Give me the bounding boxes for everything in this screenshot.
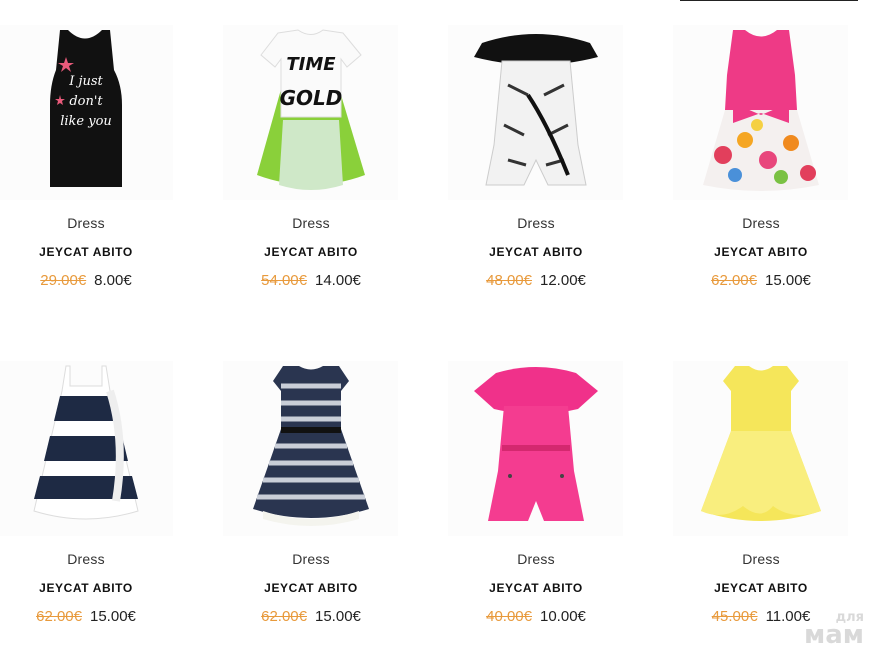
pink-floral-dress-icon	[703, 30, 819, 191]
product-price: 62.00€ 15.00€	[201, 608, 421, 625]
zebra-romper-icon	[474, 34, 598, 186]
old-price: 48.00€	[486, 272, 532, 289]
product-category: Dress	[742, 215, 780, 231]
product-grid: I just don't like you Dress JEYCAT ABITO…	[0, 0, 878, 657]
black-tank-dress-icon: I just don't like you	[50, 30, 122, 187]
product-price: 62.00€ 15.00€	[651, 272, 871, 289]
product-category: Dress	[67, 551, 105, 567]
product-brand[interactable]: JEYCAT ABITO	[201, 581, 421, 595]
svg-text:GOLD: GOLD	[280, 86, 343, 110]
product-brand[interactable]: JEYCAT ABITO	[426, 581, 646, 595]
old-price: 45.00€	[711, 608, 758, 625]
sale-price: 15.00€	[315, 608, 361, 625]
svg-text:I just: I just	[68, 74, 103, 89]
striped-ruffle-dress-icon	[33, 365, 139, 520]
product-category: Dress	[292, 215, 330, 231]
old-price: 29.00€	[40, 272, 87, 289]
product-image[interactable]	[0, 361, 173, 536]
product-price: 40.00€ 10.00€	[426, 608, 646, 625]
product-category: Dress	[517, 215, 555, 231]
sale-price: 12.00€	[540, 272, 586, 289]
svg-text:don't: don't	[69, 94, 103, 109]
product-brand[interactable]: JEYCAT ABITO	[651, 581, 871, 595]
product-price: 54.00€ 14.00€	[201, 272, 421, 289]
product-category: Dress	[742, 551, 780, 567]
product-image[interactable]: I just don't like you	[0, 25, 173, 200]
product-category: Dress	[67, 215, 105, 231]
product-price: 48.00€ 12.00€	[426, 272, 646, 289]
product-brand[interactable]: JEYCAT ABITO	[651, 245, 871, 259]
product-image[interactable]	[673, 361, 848, 536]
product-category: Dress	[517, 551, 555, 567]
yellow-dress-icon	[701, 366, 821, 521]
watermark-line2: мам	[803, 619, 864, 650]
product-image[interactable]	[448, 361, 623, 536]
product-brand[interactable]: JEYCAT ABITO	[201, 245, 421, 259]
old-price: 62.00€	[261, 608, 307, 625]
product-price: 29.00€ 8.00€	[0, 272, 196, 289]
product-image[interactable]: TIME GOLD	[223, 25, 398, 200]
product-image[interactable]	[223, 361, 398, 536]
watermark-logo: для мам	[803, 611, 864, 650]
sale-price: 10.00€	[540, 608, 586, 625]
sale-price: 14.00€	[315, 272, 361, 289]
sale-price: 8.00€	[94, 272, 132, 289]
pink-romper-icon	[474, 367, 598, 521]
product-category: Dress	[292, 551, 330, 567]
product-brand[interactable]: JEYCAT ABITO	[0, 581, 196, 595]
old-price: 62.00€	[711, 272, 757, 289]
svg-text:TIME: TIME	[286, 54, 336, 75]
product-brand[interactable]: JEYCAT ABITO	[0, 245, 196, 259]
product-image[interactable]	[448, 25, 623, 200]
svg-text:like you: like you	[60, 114, 112, 129]
old-price: 54.00€	[261, 272, 307, 289]
sale-price: 15.00€	[90, 608, 136, 625]
sale-price: 15.00€	[765, 272, 811, 289]
old-price: 40.00€	[486, 608, 532, 625]
product-brand[interactable]: JEYCAT ABITO	[426, 245, 646, 259]
product-price: 62.00€ 15.00€	[0, 608, 196, 625]
old-price: 62.00€	[36, 608, 82, 625]
product-image[interactable]	[673, 25, 848, 200]
time-is-gold-dress-icon: TIME GOLD	[257, 29, 365, 190]
navy-striped-dress-icon	[253, 366, 369, 526]
